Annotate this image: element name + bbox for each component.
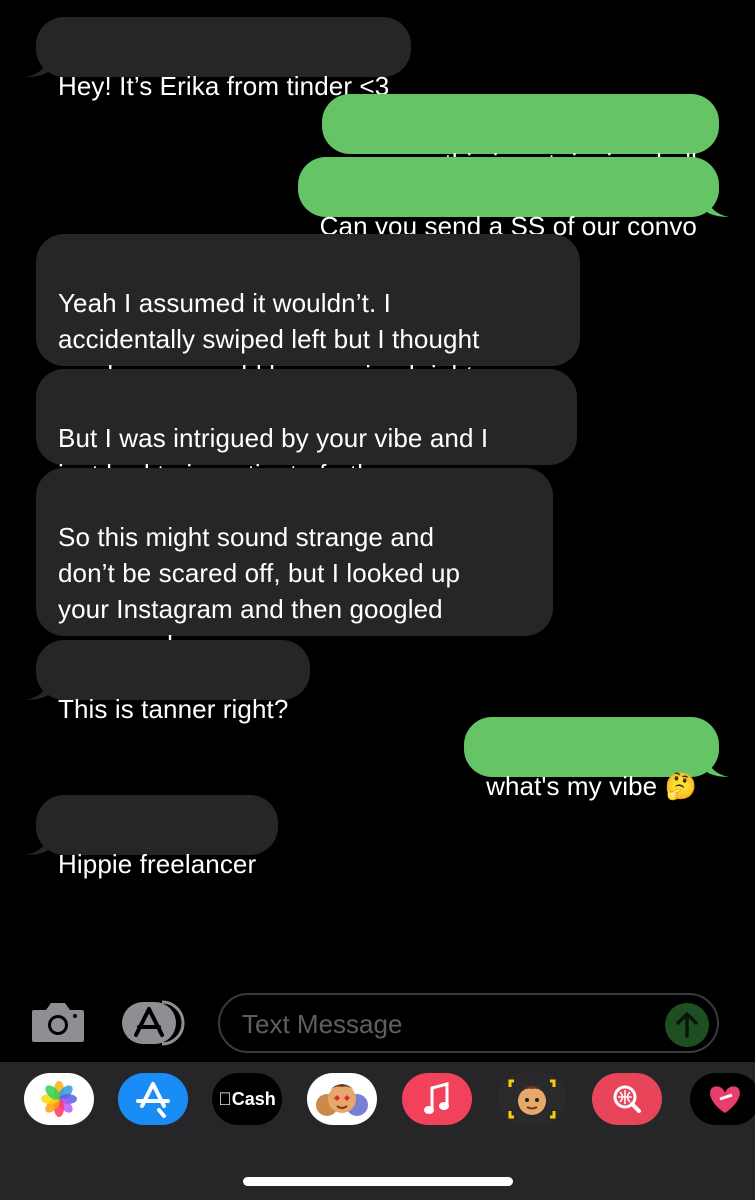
send-button[interactable]: [665, 1003, 709, 1047]
camera-icon: [32, 1003, 84, 1042]
memoji-stickers-button[interactable]: [307, 1073, 377, 1125]
message-thread: Hey! It’s Erika from tinder <3 so sorry …: [0, 0, 755, 985]
heart-stickers-button[interactable]: [690, 1073, 755, 1125]
camera-button[interactable]: [30, 1000, 86, 1046]
bubble-tail-icon: [707, 757, 729, 777]
message-bubble-outgoing[interactable]: Can you send a SS of our convo: [297, 157, 729, 241]
message-text: This is tanner right?: [58, 694, 289, 724]
message-bubble-incoming[interactable]: This is tanner right?: [26, 640, 311, 724]
memoji-stickers-icon: [316, 1084, 368, 1116]
apple-cash-icon: : [218, 1089, 232, 1110]
message-input-field[interactable]: [218, 993, 719, 1053]
app-store-drawer-button[interactable]: [118, 1073, 188, 1125]
photos-app-button[interactable]: [24, 1073, 94, 1125]
heart-stickers-icon: [710, 1086, 740, 1113]
music-icon: [424, 1082, 449, 1114]
photos-icon: [41, 1081, 77, 1117]
message-bubble-incoming[interactable]: But I was intrigued by your vibe and I j…: [36, 369, 577, 489]
message-bubble-incoming[interactable]: Yeah I assumed it wouldn’t. I accidental…: [36, 234, 580, 390]
message-bubble-outgoing[interactable]: so sorry this is not ringin a bell: [321, 94, 719, 178]
message-input[interactable]: [242, 1005, 662, 1043]
bubble-tail-icon: [707, 197, 729, 217]
memoji-button[interactable]: [497, 1073, 567, 1125]
music-app-button[interactable]: [402, 1073, 472, 1125]
apple-cash-button[interactable]:  Cash: [212, 1073, 282, 1125]
apple-cash-label: Cash: [224, 1088, 276, 1109]
app-store-button[interactable]: [122, 1000, 188, 1046]
search-images-button[interactable]: [592, 1073, 662, 1125]
message-bubble-incoming[interactable]: So this might sound strange and don’t be…: [36, 468, 553, 660]
bubble-tail-icon: [26, 57, 48, 77]
send-arrow-icon: [676, 1012, 698, 1038]
message-text: what's my vibe 🤔: [486, 771, 697, 801]
bubble-tail-icon: [26, 680, 48, 700]
app-store-icon: [122, 1000, 185, 1046]
app-store-icon: [136, 1082, 170, 1118]
memoji-icon: [508, 1079, 556, 1119]
home-indicator[interactable]: [243, 1177, 513, 1186]
message-text: Hippie freelancer: [58, 849, 257, 879]
message-bubble-incoming[interactable]: Hey! It’s Erika from tinder <3: [26, 17, 412, 101]
search-images-icon: [613, 1085, 641, 1113]
message-bubble-incoming[interactable]: Hippie freelancer: [26, 795, 279, 879]
message-bubble-outgoing[interactable]: what's my vibe 🤔: [464, 717, 729, 801]
bubble-tail-icon: [26, 835, 48, 855]
